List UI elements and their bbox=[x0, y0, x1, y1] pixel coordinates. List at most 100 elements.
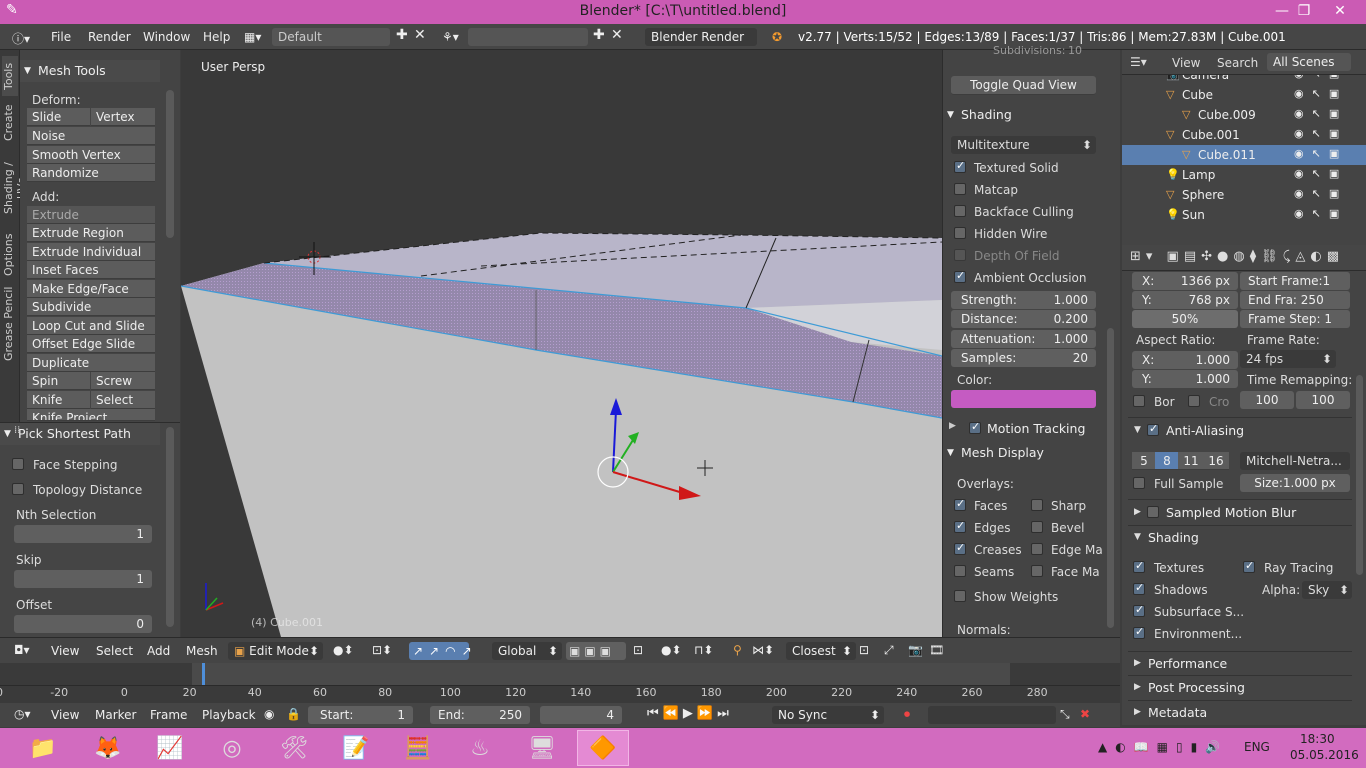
outliner-visibility-icons[interactable]: ◉↖▣ bbox=[1294, 167, 1347, 180]
timeline-editor-icon[interactable]: ◷▾ bbox=[14, 707, 31, 721]
aa-expand-icon[interactable]: ▼ bbox=[1134, 425, 1141, 435]
filter-size-field[interactable]: Size:1.000 px bbox=[1240, 474, 1350, 492]
remove-screen-icon[interactable]: ✕ bbox=[414, 27, 426, 43]
motion-tracking-expand-icon[interactable]: ▶ bbox=[949, 421, 956, 431]
subsurface-checkbox[interactable] bbox=[1133, 603, 1145, 617]
make-edge-face-button[interactable]: Make Edge/Face bbox=[27, 280, 155, 298]
face-marks-checkbox[interactable] bbox=[1031, 565, 1043, 577]
extrude-region-button[interactable]: Extrude Region bbox=[27, 224, 155, 242]
outliner-row[interactable]: ▽ Cube ◉↖▣ bbox=[1122, 85, 1366, 105]
performance-label[interactable]: Performance bbox=[1148, 656, 1227, 671]
metadata-label[interactable]: Metadata bbox=[1148, 705, 1207, 720]
tools-app-icon[interactable]: 🛠 bbox=[268, 730, 320, 766]
playback-controls-icons[interactable]: ⏮⏪▶⏩⏭ bbox=[647, 706, 733, 721]
render-animation-icon[interactable]: 🎞 bbox=[929, 643, 944, 657]
edge-marks-checkbox[interactable] bbox=[1031, 543, 1043, 555]
snap-options-icon[interactable]: ⊡ bbox=[859, 643, 869, 657]
menu-file[interactable]: File bbox=[51, 30, 71, 44]
properties-shelf-scrollbar[interactable] bbox=[1107, 328, 1114, 628]
pivot-point-icon[interactable]: ⊡⬍ bbox=[372, 643, 392, 657]
end-field[interactable]: End: 250 bbox=[430, 706, 530, 724]
file-explorer-icon[interactable]: 📁 bbox=[17, 730, 69, 766]
faces-overlay-checkbox[interactable] bbox=[954, 497, 966, 511]
render-engine-select[interactable]: Blender Render ⬍ bbox=[645, 28, 757, 62]
timeline-view-menu[interactable]: View bbox=[51, 708, 79, 722]
system-tray-icons[interactable]: ▲◐📖▦▯▮🔊 bbox=[1098, 740, 1228, 754]
subdivide-button[interactable]: Subdivide bbox=[27, 298, 155, 316]
mesh-menu[interactable]: Mesh bbox=[186, 644, 218, 658]
attenuation-field[interactable]: Attenuation: 1.000 bbox=[951, 330, 1096, 348]
loop-cut-button[interactable]: Loop Cut and Slide bbox=[27, 317, 155, 335]
edges-overlay-checkbox[interactable] bbox=[954, 519, 966, 533]
properties-tab-icons[interactable]: ⊞▾ ▣▤✣●◍⧫⛓⤹◬◐▩ bbox=[1130, 249, 1344, 264]
keying-set-field[interactable] bbox=[928, 706, 1056, 724]
snap-element-icon[interactable]: ⊓⬍ bbox=[694, 643, 713, 657]
render-view-icon[interactable]: 📷 bbox=[908, 643, 923, 657]
performance-monitor-icon[interactable]: 📈 bbox=[144, 730, 196, 766]
outliner-visibility-icons[interactable]: ◉↖▣ bbox=[1294, 107, 1347, 120]
shadows-checkbox[interactable] bbox=[1133, 581, 1145, 595]
notepad-icon[interactable]: 📝 bbox=[330, 730, 382, 766]
knife-project-button[interactable]: Knife Project bbox=[27, 409, 155, 421]
scene-icon[interactable]: ⚘▾ bbox=[442, 30, 459, 44]
blender-taskbar-icon[interactable]: 🔶 bbox=[577, 730, 629, 766]
slide-edge-button[interactable]: Slide Edge bbox=[27, 108, 90, 142]
timeline-frame-menu[interactable]: Frame bbox=[150, 708, 187, 722]
steam-icon[interactable]: ♨ bbox=[454, 730, 506, 766]
record-icon[interactable]: ⏺ bbox=[904, 707, 910, 722]
extrude-individual-button[interactable]: Extrude Individual bbox=[27, 243, 155, 261]
outliner-visibility-icons[interactable]: ◉↖▣ bbox=[1294, 87, 1347, 100]
outliner-row[interactable]: ▽ Cube.001 ◉↖▣ bbox=[1122, 125, 1366, 145]
add-menu[interactable]: Add bbox=[147, 644, 170, 658]
info-editor-icon[interactable]: ⓘ▾ bbox=[12, 30, 30, 47]
control-panel-icon[interactable]: 🖥 bbox=[516, 730, 568, 766]
viewport-shading-icon[interactable]: ●⬍ bbox=[333, 643, 354, 657]
timeline-playback-menu[interactable]: Playback bbox=[202, 708, 256, 722]
vertex-slide-button[interactable]: Vertex bbox=[91, 108, 155, 126]
smooth-vertex-button[interactable]: Smooth Vertex bbox=[27, 146, 155, 164]
border-checkbox[interactable] bbox=[1133, 395, 1145, 407]
toggle-quad-view-button[interactable]: Toggle Quad View bbox=[951, 76, 1096, 95]
outliner-row[interactable]: 📷Camera ◉↖▣ bbox=[1122, 75, 1366, 85]
offset-field[interactable]: 0 bbox=[14, 615, 152, 633]
aa-samples-5[interactable]: 5 bbox=[1132, 452, 1156, 470]
shading-mode-select[interactable]: Multitexture ⬍ bbox=[951, 136, 1096, 154]
outliner-editor-icon[interactable]: ☰▾ bbox=[1130, 55, 1147, 69]
outliner-visibility-icons[interactable]: ◉↖▣ bbox=[1294, 207, 1347, 220]
delete-keyframe-icon[interactable]: ✖ bbox=[1080, 707, 1090, 721]
alpha-select[interactable]: Sky ⬍ bbox=[1302, 581, 1352, 599]
depth-of-field-checkbox[interactable] bbox=[954, 249, 966, 261]
motion-blur-checkbox[interactable] bbox=[1147, 506, 1159, 518]
outliner-row[interactable]: ▽ Cube.011 ◉↖▣ bbox=[1122, 145, 1366, 165]
time-remap-new-field[interactable]: 100 bbox=[1296, 391, 1350, 409]
knife-button[interactable]: Knife bbox=[27, 391, 90, 409]
start-field[interactable]: Start: 1 bbox=[308, 706, 413, 724]
shading-panel-header[interactable]: Shading bbox=[943, 104, 1099, 126]
panel-grip-icon[interactable]: ⁞⁞ bbox=[14, 425, 20, 436]
time-remap-old-field[interactable]: 100 bbox=[1240, 391, 1294, 409]
creases-overlay-checkbox[interactable] bbox=[954, 541, 966, 555]
matcap-checkbox[interactable] bbox=[954, 183, 966, 195]
menu-window[interactable]: Window bbox=[143, 30, 190, 44]
pick-shortest-path-header[interactable]: Pick Shortest Path bbox=[0, 423, 160, 445]
face-stepping-checkbox[interactable] bbox=[12, 458, 24, 470]
tab-grease-pencil[interactable]: Grease Pencil bbox=[2, 284, 18, 364]
screen-layout-field[interactable]: Default bbox=[272, 28, 390, 46]
select-menu[interactable]: Select bbox=[96, 644, 133, 658]
display-mode-select[interactable]: All Scenes bbox=[1267, 53, 1351, 71]
motion-tracking-checkbox[interactable] bbox=[969, 420, 981, 434]
chrome-icon[interactable]: ◎ bbox=[206, 730, 258, 766]
sync-mode-select[interactable]: No Sync ⬍ bbox=[772, 706, 884, 724]
tab-options[interactable]: Options bbox=[2, 232, 18, 278]
motion-blur-expand-icon[interactable]: ▶ bbox=[1134, 507, 1141, 517]
outliner-view-menu[interactable]: View bbox=[1172, 56, 1200, 70]
outliner-row[interactable]: 💡 Sun ◉↖▣ bbox=[1122, 205, 1366, 225]
aspect-x-field[interactable]: X: 1.000 bbox=[1132, 351, 1238, 369]
input-language[interactable]: ENG bbox=[1244, 740, 1270, 754]
seams-overlay-checkbox[interactable] bbox=[954, 565, 966, 577]
outliner-visibility-icons[interactable]: ◉↖▣ bbox=[1294, 127, 1347, 140]
maximize-button[interactable]: ❐ bbox=[1284, 0, 1324, 22]
add-screen-icon[interactable]: ✚ bbox=[396, 27, 408, 43]
snap-toggle-icon[interactable]: ⚲ bbox=[733, 643, 742, 657]
anti-aliasing-checkbox[interactable] bbox=[1147, 422, 1159, 436]
